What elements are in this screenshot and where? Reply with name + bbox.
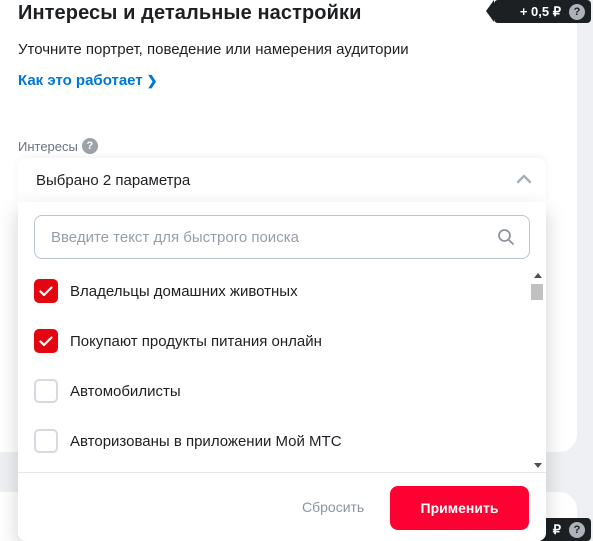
how-it-works-label: Как это работает	[18, 72, 143, 89]
checkbox[interactable]	[34, 379, 58, 403]
checkbox[interactable]	[34, 329, 58, 353]
search-icon[interactable]	[497, 228, 515, 246]
dropdown-footer: Сбросить Применить	[18, 472, 546, 541]
price-badge-text: ₽	[552, 521, 561, 537]
question-icon[interactable]: ?	[81, 138, 98, 154]
interests-label-row: Интересы ?	[18, 138, 98, 154]
chevron-up-icon	[516, 174, 532, 184]
question-icon[interactable]: ?	[569, 3, 585, 20]
scroll-down-arrow-icon[interactable]	[534, 463, 542, 468]
interests-dropdown: Владельцы домашних животных Покупают про…	[18, 202, 546, 541]
how-it-works-link[interactable]: Как это работает ❯	[18, 72, 158, 89]
apply-button[interactable]: Применить	[390, 486, 529, 530]
scroll-up-arrow-icon[interactable]	[534, 273, 542, 278]
list-item-label: Покупают продукты питания онлайн	[70, 332, 322, 350]
card-subtitle: Уточните портрет, поведение или намерени…	[18, 41, 409, 58]
card-title: Интересы и детальные настройки	[18, 2, 362, 24]
search-box	[34, 215, 530, 259]
list-item-label: Авторизованы в приложении Мой МТС	[70, 432, 342, 450]
list-item[interactable]: Владельцы домашних животных	[18, 266, 530, 316]
scrollbar[interactable]	[530, 266, 546, 472]
list-item-label: Владельцы домашних животных	[70, 282, 298, 300]
checkbox[interactable]	[34, 429, 58, 453]
price-badge-top: + 0,5 ₽ ?	[486, 0, 591, 23]
check-icon	[39, 285, 53, 296]
reset-button[interactable]: Сбросить	[302, 499, 364, 515]
interests-selected-text: Выбрано 2 параметра	[36, 171, 191, 189]
chevron-right-icon: ❯	[146, 73, 158, 88]
list-item[interactable]: Покупают продукты питания онлайн	[18, 316, 530, 366]
interests-select[interactable]: Выбрано 2 параметра	[18, 158, 546, 202]
price-badge-text: + 0,5 ₽	[519, 3, 561, 19]
question-icon[interactable]: ?	[569, 521, 585, 538]
scrollbar-thumb[interactable]	[531, 284, 543, 300]
interests-list: Владельцы домашних животных Покупают про…	[18, 266, 530, 472]
list-item[interactable]: Автомобилисты	[18, 366, 530, 416]
search-input[interactable]	[51, 216, 481, 258]
interests-label: Интересы	[18, 138, 78, 154]
list-item[interactable]: Авторизованы в приложении Мой МТС	[18, 416, 530, 466]
list-item-label: Автомобилисты	[70, 382, 181, 400]
checkbox[interactable]	[34, 279, 58, 303]
check-icon	[39, 335, 53, 346]
